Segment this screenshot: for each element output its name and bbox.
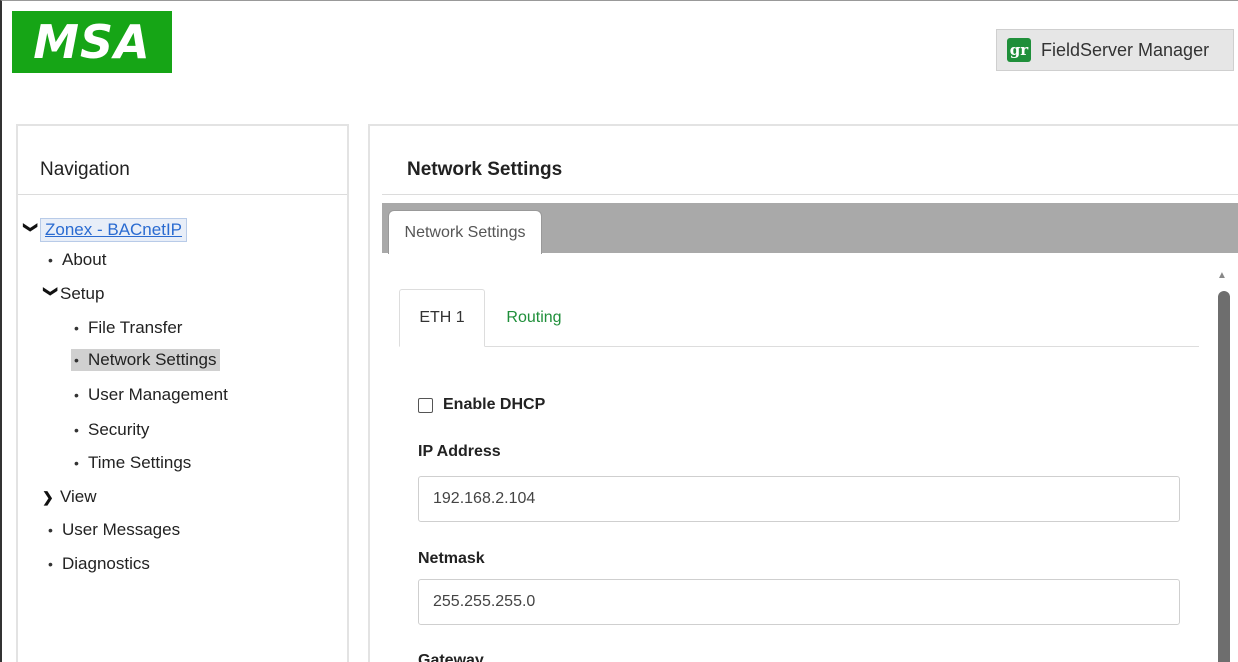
navigation-divider [18,194,347,195]
tab-eth1[interactable]: ETH 1 [399,289,485,347]
logo-text: MSA [33,15,151,69]
nav-item-label[interactable]: User Management [88,385,228,405]
fieldserver-manager-label: FieldServer Manager [1041,39,1210,60]
nav-item-label[interactable]: Diagnostics [62,554,150,574]
nav-item-file-transfer[interactable]: • File Transfer [74,318,182,338]
fieldserver-manager-button[interactable]: gr FieldServer Manager [996,29,1234,71]
bullet-icon: • [48,522,53,538]
chevron-down-icon[interactable]: ❯ [43,285,60,303]
bullet-icon: • [48,556,53,572]
ip-address-input[interactable]: 192.168.2.104 [418,476,1180,522]
ip-address-label: IP Address [418,443,501,460]
nav-item-label[interactable]: User Messages [62,520,180,540]
tab-routing[interactable]: Routing [489,289,579,347]
bullet-icon: • [74,320,79,336]
netmask-input[interactable]: 255.255.255.0 [418,579,1180,625]
content-divider [382,194,1238,195]
inner-tab-bar: ETH 1 Routing [399,289,1199,347]
nav-root-link[interactable]: Zonex - BACnetIP [40,218,188,242]
tab-network-settings[interactable]: Network Settings [388,210,542,254]
bullet-icon: • [74,455,79,471]
bullet-icon: • [74,352,79,368]
bullet-icon: • [74,387,79,403]
enable-dhcp-checkbox[interactable] [418,397,433,413]
navigation-title: Navigation [40,159,130,180]
scrollbar-thumb[interactable] [1218,291,1230,662]
nav-item-user-messages[interactable]: • User Messages [48,520,180,540]
nav-item-user-management[interactable]: • User Management [74,385,228,405]
bullet-icon: • [74,422,79,438]
enable-dhcp-row[interactable]: Enable DHCP [418,396,545,414]
nav-item-label[interactable]: Time Settings [88,453,191,473]
msa-logo: MSA [12,11,172,73]
nav-item-time-settings[interactable]: • Time Settings [74,453,191,473]
nav-item-label[interactable]: Security [88,420,149,440]
nav-item-about[interactable]: • About [48,250,106,270]
bullet-icon: • [48,252,53,268]
nav-item-diagnostics[interactable]: • Diagnostics [48,554,150,574]
nav-item-label[interactable]: View [60,487,97,507]
nav-root-item[interactable]: ❯ Zonex - BACnetIP [22,218,188,242]
nav-item-view[interactable]: ❯ View [42,487,97,507]
navigation-panel: Navigation ❯ Zonex - BACnetIP • About ❯ … [16,124,349,662]
nav-item-security[interactable]: • Security [74,420,149,440]
scroll-up-icon[interactable]: ▲ [1217,270,1227,281]
fieldserver-manager-icon: gr [1007,38,1031,62]
nav-item-label[interactable]: Network Settings [88,350,217,370]
page-title: Network Settings [407,159,563,180]
nav-item-label[interactable]: About [62,250,106,270]
nav-item-setup[interactable]: ❯ Setup [42,284,105,304]
gateway-label: Gateway [418,652,484,662]
netmask-label: Netmask [418,550,485,567]
chevron-right-icon[interactable]: ❯ [42,489,60,506]
nav-item-label[interactable]: Setup [60,284,104,304]
nav-item-label[interactable]: File Transfer [88,318,182,338]
nav-item-network-settings[interactable]: • Network Settings [71,349,220,371]
enable-dhcp-label: Enable DHCP [443,396,546,413]
chevron-down-icon[interactable]: ❯ [23,221,40,239]
